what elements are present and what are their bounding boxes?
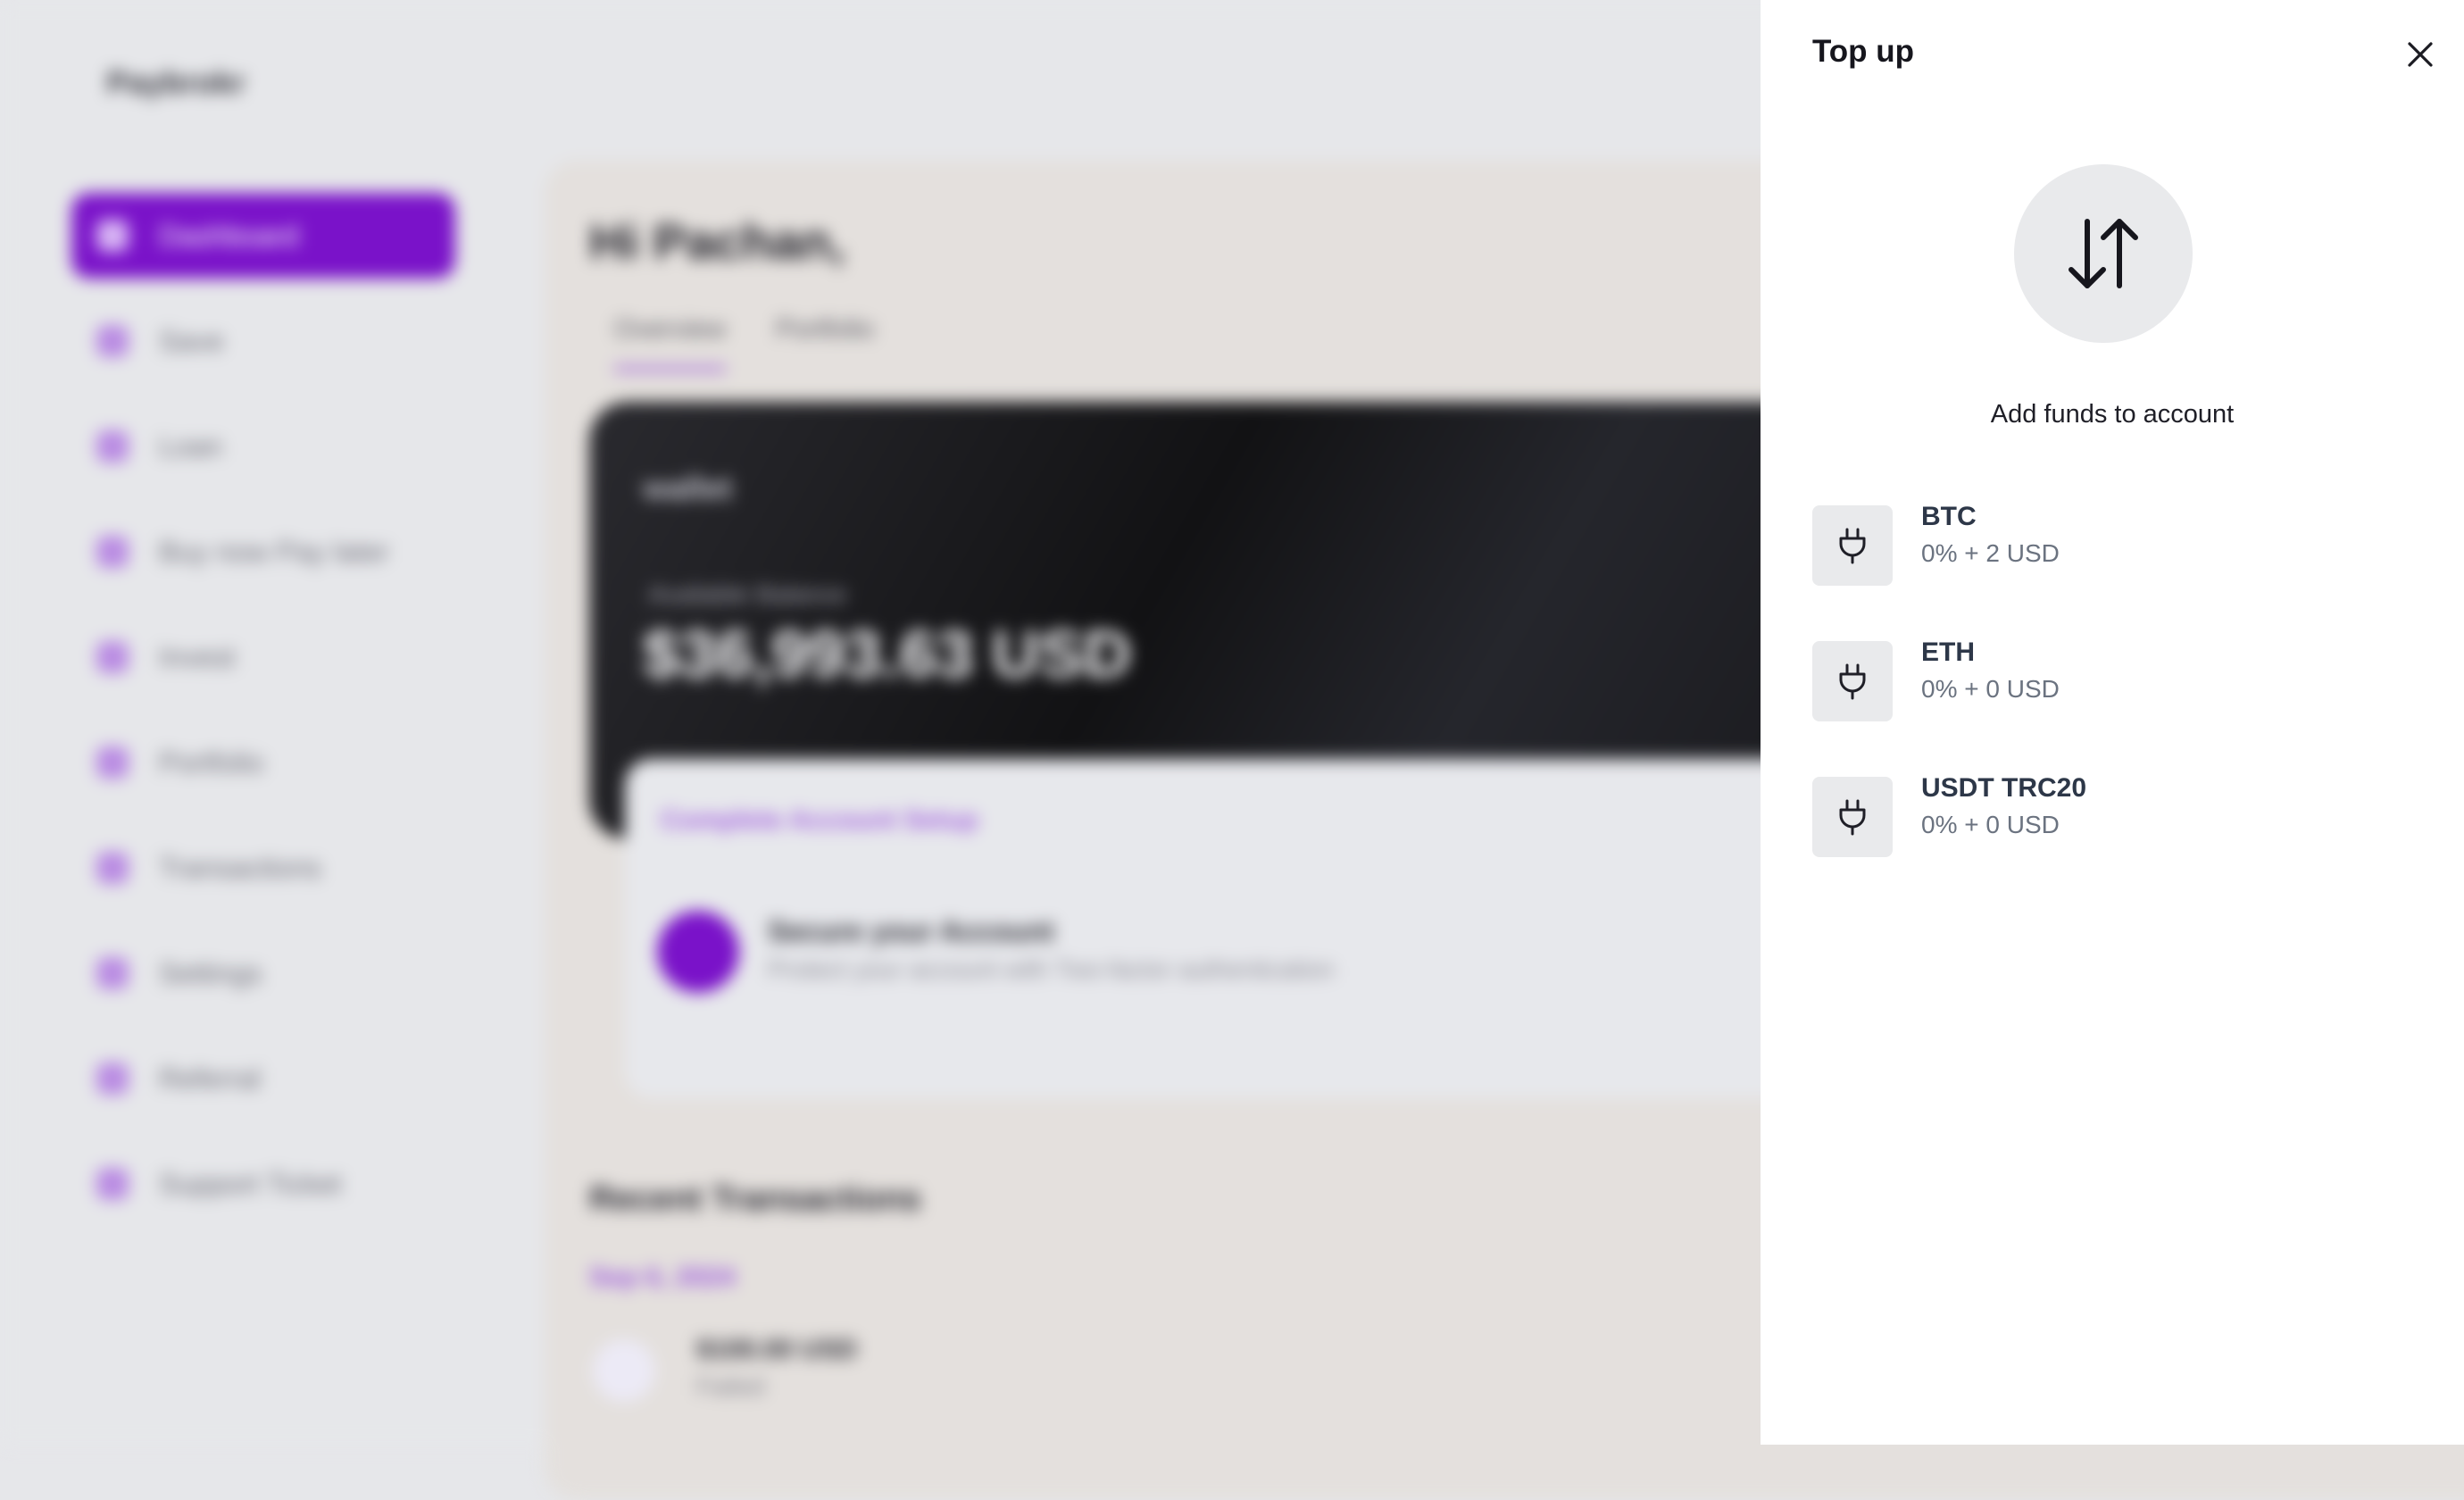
method-name: ETH	[1921, 638, 1975, 667]
sidebar-item-label: Settings	[159, 956, 262, 989]
available-balance-label: Available Balance	[648, 580, 847, 608]
transaction-amount: $100.00 USD	[696, 1335, 858, 1364]
tab-overview[interactable]: Overview	[614, 314, 727, 371]
sidebar-item-label: Support Ticket	[159, 1167, 342, 1200]
sidebar-nav: Dashboard Save Loan Buy now Pay later In…	[71, 193, 455, 1246]
sidebar-item-label: Transactions	[159, 851, 321, 884]
transaction-icon	[593, 1339, 655, 1402]
payment-method-btc[interactable]: BTC 0% + 2 USD	[1812, 502, 2419, 588]
sidebar-item-label: Save	[159, 324, 224, 357]
sidebar-item-label: Referral	[159, 1062, 261, 1095]
dashboard-icon	[96, 220, 129, 252]
portfolio-icon	[96, 746, 129, 779]
sidebar-item-label: Portfolio	[159, 746, 264, 779]
close-button[interactable]	[2402, 36, 2439, 73]
secure-account-subtitle: Protect your account with Two-factor aut…	[768, 955, 1335, 983]
method-icon-tile	[1812, 641, 1893, 721]
plug-icon	[1839, 528, 1866, 564]
cart-icon	[96, 536, 129, 568]
close-icon	[2408, 42, 2433, 67]
balance-amount: $36,993.63 USD	[643, 617, 1132, 691]
payment-method-usdt-trc20[interactable]: USDT TRC20 0% + 0 USD	[1812, 773, 2419, 859]
sidebar-item-referral[interactable]: Referral	[71, 1036, 455, 1121]
loan-icon	[96, 430, 129, 462]
top-up-drawer: Top up Add funds to account BTC 0% + 2 U…	[1761, 0, 2464, 1445]
sidebar-item-dashboard[interactable]: Dashboard	[71, 193, 455, 279]
setup-title: Complete Account Setup	[661, 805, 978, 835]
method-name: USDT TRC20	[1921, 773, 2087, 803]
transactions-icon	[96, 852, 129, 884]
swap-vertical-icon	[2069, 219, 2138, 288]
page-title: Hi Pachan,	[589, 213, 845, 270]
save-icon	[96, 325, 129, 357]
tab-portfolio[interactable]: Portfolio	[776, 314, 874, 371]
sidebar-item-label: Loan	[159, 429, 223, 462]
recent-transactions-title: Recent Transactions	[589, 1180, 921, 1218]
account-setup-card: Complete Account Setup Secure your Accou…	[625, 759, 1875, 1098]
tab-bar: Overview Portfolio	[614, 314, 874, 371]
method-icon-tile	[1812, 777, 1893, 857]
hero-icon-circle	[2014, 164, 2193, 343]
sidebar-item-portfolio[interactable]: Portfolio	[71, 720, 455, 805]
sidebar-item-transactions[interactable]: Transactions	[71, 825, 455, 911]
sidebar-item-label: Dashboard	[159, 219, 299, 252]
payment-method-eth[interactable]: ETH 0% + 0 USD	[1812, 638, 2419, 723]
referral-icon	[96, 1062, 129, 1095]
sidebar-item-support[interactable]: Support Ticket	[71, 1141, 455, 1227]
shield-icon	[657, 911, 739, 993]
method-name: BTC	[1921, 502, 1977, 531]
sidebar-item-save[interactable]: Save	[71, 298, 455, 384]
support-icon	[96, 1168, 129, 1200]
app-logo: Paybrokr	[107, 66, 246, 100]
sidebar-item-label: Buy now Pay later	[159, 535, 389, 568]
method-fee: 0% + 0 USD	[1921, 675, 2060, 703]
transaction-date: Sep 6, 2024	[589, 1262, 736, 1292]
sidebar-item-bnpl[interactable]: Buy now Pay later	[71, 509, 455, 595]
invest-icon	[96, 641, 129, 673]
drawer-title: Top up	[1812, 34, 1915, 69]
drawer-subtitle: Add funds to account	[1990, 400, 2235, 429]
wallet-label: wallet	[643, 470, 733, 506]
method-fee: 0% + 0 USD	[1921, 811, 2060, 838]
method-icon-tile	[1812, 505, 1893, 586]
sidebar-item-settings[interactable]: Settings	[71, 930, 455, 1016]
gear-icon	[96, 957, 129, 989]
sidebar-item-label: Invest	[159, 640, 236, 673]
plug-icon	[1839, 663, 1866, 700]
method-fee: 0% + 2 USD	[1921, 539, 2060, 567]
sidebar-item-invest[interactable]: Invest	[71, 614, 455, 700]
plug-icon	[1839, 799, 1866, 836]
transaction-status: Failed	[696, 1372, 765, 1400]
sidebar-item-loan[interactable]: Loan	[71, 404, 455, 489]
secure-account-title[interactable]: Secure your Account	[768, 915, 1054, 948]
